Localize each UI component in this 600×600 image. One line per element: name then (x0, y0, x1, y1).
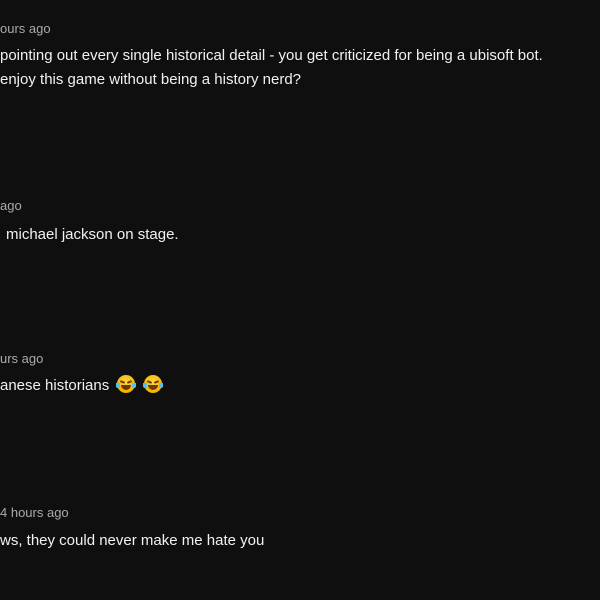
comment-text: michael jackson on stage. (0, 223, 179, 247)
comment-text-line: michael jackson on stage. (6, 226, 179, 243)
face-with-tears-of-joy-icon (116, 375, 137, 393)
comment-timestamp[interactable]: urs ago (0, 351, 43, 367)
comment-item: 4 hours ago ws, they could never make me… (0, 450, 600, 600)
comment-text: pointing out every single historical det… (0, 44, 543, 92)
comment-item: urs ago anese historians (0, 300, 600, 450)
face-with-tears-of-joy-icon (142, 375, 163, 393)
comment-timestamp[interactable]: ago (0, 198, 22, 214)
comment-timestamp[interactable]: ours ago (0, 21, 51, 37)
comment-text-line: enjoy this game without being a history … (0, 71, 302, 88)
comment-text-line: ws, they could never make me hate you (0, 532, 265, 549)
comment-text: anese historians (0, 374, 163, 398)
comment-item: ago michael jackson on stage. (0, 150, 600, 300)
comment-text: ws, they could never make me hate you (0, 529, 264, 553)
comment-text-line: anese historians (0, 377, 110, 394)
comment-item: ours ago pointing out every single histo… (0, 0, 600, 150)
comment-timestamp[interactable]: 4 hours ago (0, 505, 69, 521)
comment-text-line: pointing out every single historical det… (0, 47, 543, 64)
